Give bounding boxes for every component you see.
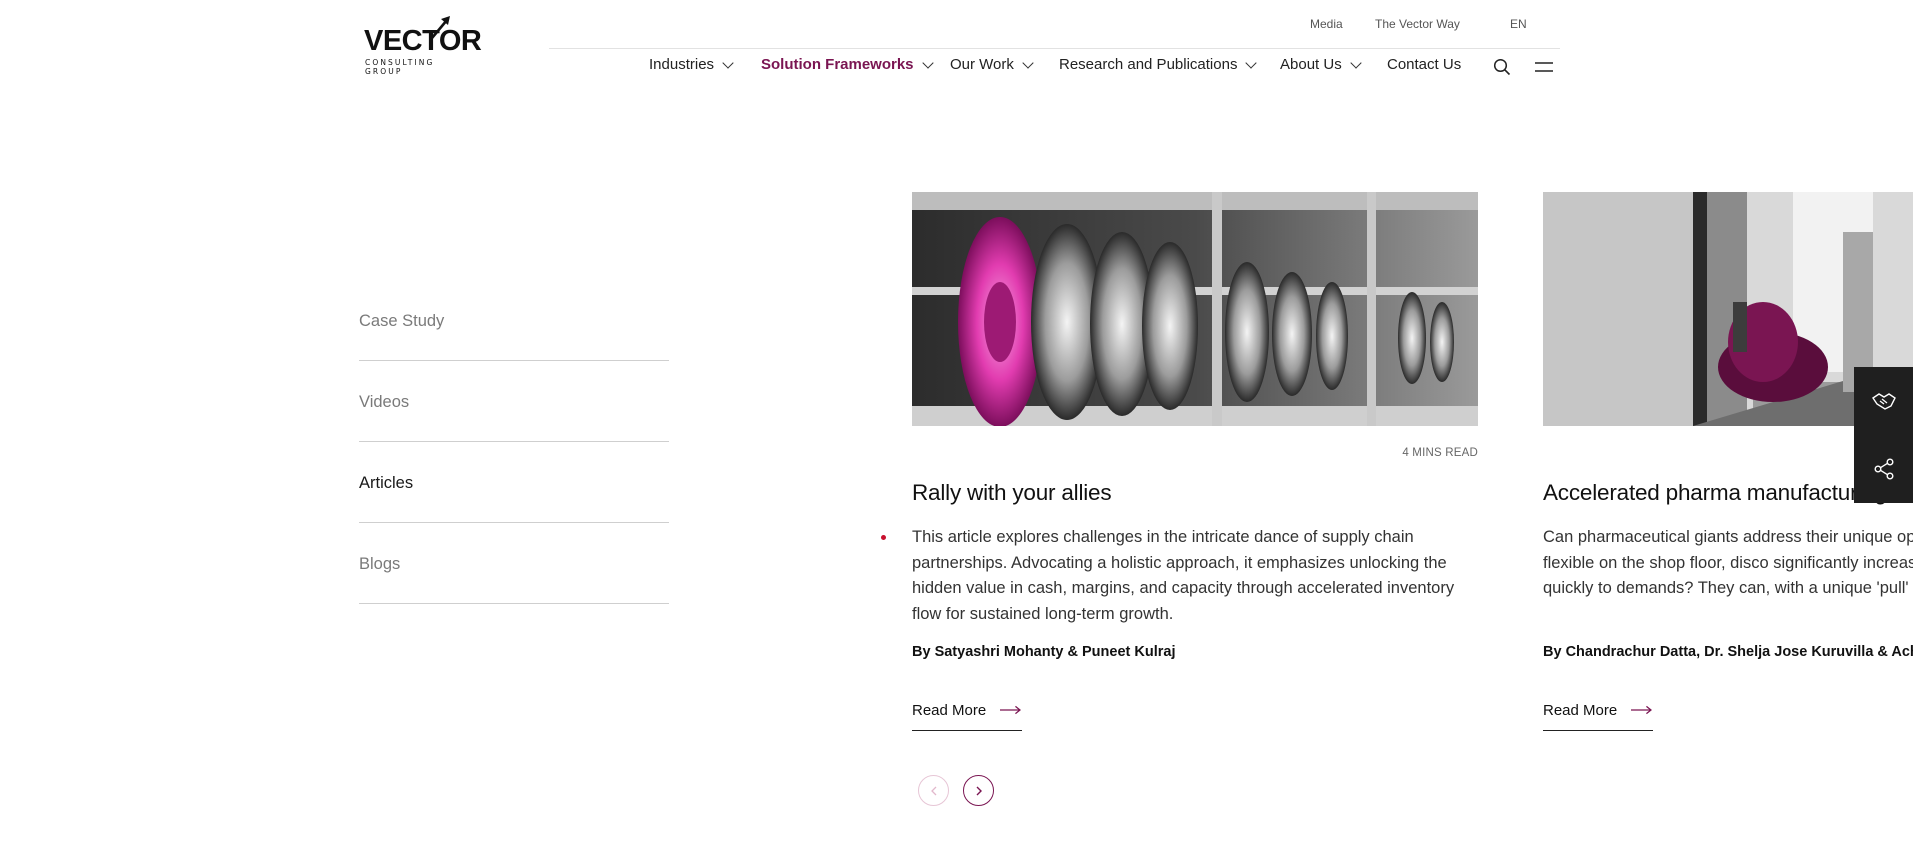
arrow-right-icon bbox=[1631, 705, 1653, 715]
chevron-right-icon bbox=[976, 786, 982, 795]
nav-our-work[interactable]: Our Work bbox=[950, 56, 1034, 73]
share-tool-button[interactable] bbox=[1854, 435, 1913, 503]
arrow-right-icon bbox=[1000, 705, 1022, 715]
article-title[interactable]: Rally with your allies bbox=[912, 480, 1112, 506]
nav-our-work-label: Our Work bbox=[950, 56, 1014, 73]
read-more-link[interactable]: Read More bbox=[912, 702, 1022, 731]
nav-industries-label: Industries bbox=[649, 56, 715, 73]
nav-solution-frameworks[interactable]: Solution Frameworks bbox=[761, 56, 934, 73]
nav-about-us[interactable]: About Us bbox=[1280, 56, 1362, 73]
floating-side-tools bbox=[1854, 367, 1913, 503]
vector-logo[interactable]: VECTOR CONSULTING GROUP bbox=[364, 14, 482, 76]
read-more-link[interactable]: Read More bbox=[1543, 702, 1653, 731]
language-selector[interactable]: EN bbox=[1510, 17, 1527, 31]
read-more-label: Read More bbox=[1543, 702, 1618, 719]
search-icon[interactable] bbox=[1493, 58, 1511, 76]
chevron-down-icon bbox=[1022, 57, 1034, 69]
contact-tool-button[interactable] bbox=[1854, 367, 1913, 435]
nav-about-us-label: About Us bbox=[1280, 56, 1342, 73]
carousel-indicator-dot bbox=[881, 535, 886, 540]
chevron-left-icon bbox=[930, 786, 936, 795]
nav-industries[interactable]: Industries bbox=[649, 56, 734, 73]
read-time-label: 4 MINS READ bbox=[1402, 447, 1478, 459]
chevron-down-icon bbox=[921, 57, 934, 69]
nav-solution-frameworks-label: Solution Frameworks bbox=[761, 56, 914, 73]
article-author: By Satyashri Mohanty & Puneet Kulraj bbox=[912, 644, 1176, 660]
chevron-down-icon bbox=[722, 57, 734, 69]
carousel-next-button[interactable] bbox=[963, 775, 994, 806]
read-more-label: Read More bbox=[912, 702, 987, 719]
article-author: By Chandrachur Datta, Dr. Shelja Jose Ku… bbox=[1543, 644, 1913, 660]
chevron-down-icon bbox=[1350, 57, 1362, 69]
nav-research-publications[interactable]: Research and Publications bbox=[1059, 56, 1258, 73]
logo-arrow-icon bbox=[431, 16, 450, 39]
media-link[interactable]: Media bbox=[1310, 17, 1343, 31]
nav-contact-us[interactable]: Contact Us bbox=[1387, 56, 1461, 73]
carousel-prev-button[interactable] bbox=[918, 775, 949, 806]
logo-text: VECTOR bbox=[364, 25, 482, 57]
share-icon bbox=[1874, 458, 1893, 480]
filter-case-study[interactable]: Case Study bbox=[359, 280, 669, 361]
nav-research-publications-label: Research and Publications bbox=[1059, 56, 1238, 73]
handshake-icon bbox=[1871, 393, 1896, 410]
article-image-wheels[interactable] bbox=[912, 192, 1478, 426]
logo-subtext: CONSULTING GROUP bbox=[365, 58, 435, 76]
filter-blogs[interactable]: Blogs bbox=[359, 523, 669, 604]
filter-articles[interactable]: Articles bbox=[359, 442, 669, 523]
article-description: This article explores challenges in the … bbox=[912, 528, 1455, 623]
nav-contact-us-label: Contact Us bbox=[1387, 56, 1462, 73]
header-divider bbox=[549, 48, 1560, 49]
filter-videos[interactable]: Videos bbox=[359, 361, 669, 442]
hamburger-menu-icon[interactable] bbox=[1534, 60, 1554, 74]
content-type-filters: Case Study Videos Articles Blogs bbox=[359, 280, 669, 604]
vector-way-link[interactable]: The Vector Way bbox=[1375, 17, 1460, 31]
article-title[interactable]: Accelerated pharma manufacturing bbox=[1543, 480, 1887, 506]
chevron-down-icon bbox=[1245, 57, 1258, 69]
article-description: Can pharmaceutical giants address their … bbox=[1543, 528, 1913, 597]
